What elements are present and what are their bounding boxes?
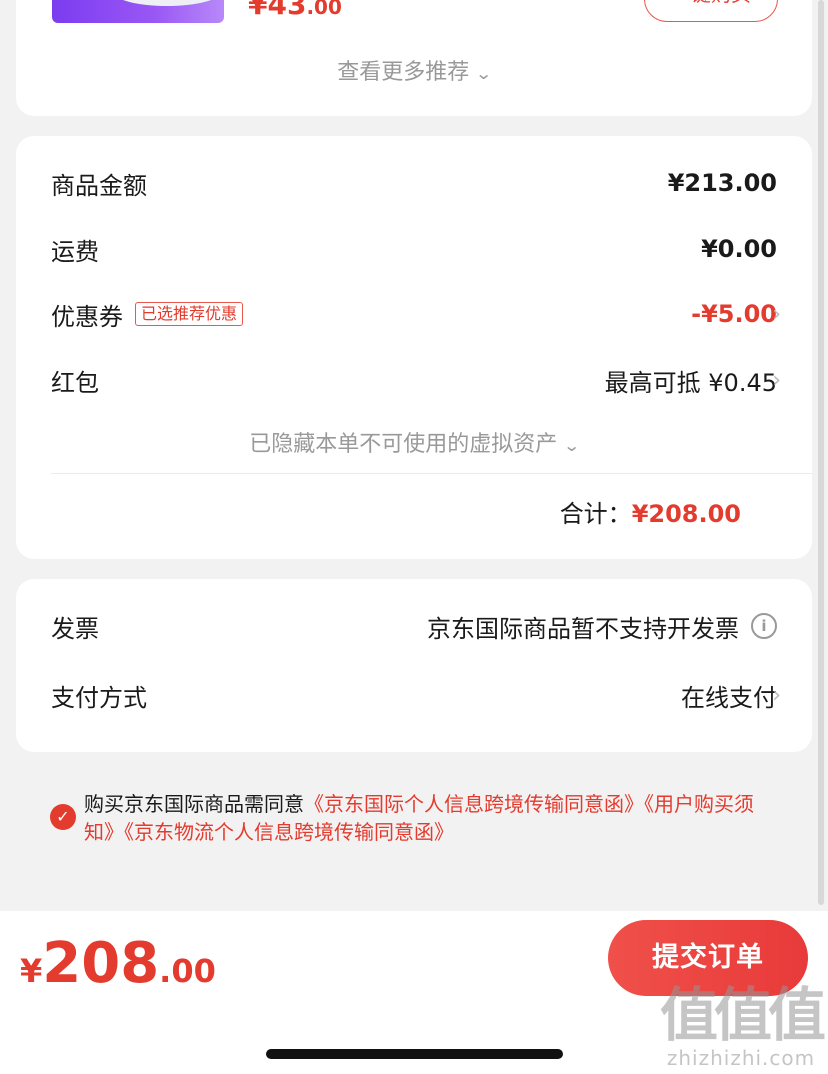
goods-amount-row: 商品金额 ¥213.00	[51, 163, 777, 203]
goods-amount-value: ¥213.00	[667, 169, 777, 197]
order-summary-card: 商品金额 ¥213.00 运费 ¥0.00 优惠券 已选推荐优惠 -¥5.00 …	[16, 136, 812, 559]
more-recommend-link[interactable]: 查看更多推荐 ⌄	[16, 54, 812, 86]
agreement-prefix: 购买京东国际商品需同意	[84, 792, 304, 816]
red-packet-label: 红包	[51, 368, 99, 397]
agreement: ✓ 购买京东国际商品需同意《京东国际个人信息跨境传输同意函》《用户购买须知》《京…	[50, 790, 780, 846]
payment-method-row[interactable]: 支付方式 在线支付 ›	[51, 675, 781, 715]
hidden-assets-toggle[interactable]: 已隐藏本单不可使用的虚拟资产 ⌄	[16, 426, 812, 458]
coupon-tag: 已选推荐优惠	[135, 302, 244, 326]
one-click-buy-button[interactable]: 一键购买	[644, 0, 778, 22]
checkout-price: ¥208.00	[20, 931, 216, 996]
watermark-url: zhizhizhi.com	[666, 1046, 816, 1070]
more-recommend-label: 查看更多推荐	[337, 60, 470, 85]
product-thumbnail[interactable]	[52, 0, 224, 23]
shipping-value: ¥0.00	[701, 235, 777, 263]
goods-amount-label: 商品金额	[51, 171, 147, 200]
chevron-down-icon: ⌄	[563, 436, 581, 455]
invoice-value-group: 京东国际商品暂不支持开发票 i	[427, 609, 777, 644]
red-packet-value: 最高可抵 ¥0.45	[604, 368, 777, 397]
checkout-price-int: 208	[42, 931, 160, 996]
total-label: 合计：	[559, 500, 632, 528]
invoice-row: 发票 京东国际商品暂不支持开发票 i	[51, 606, 777, 646]
invoice-payment-card: 发票 京东国际商品暂不支持开发票 i 支付方式 在线支付 ›	[16, 579, 812, 752]
coupon-row[interactable]: 优惠券 已选推荐优惠 -¥5.00 ›	[51, 294, 781, 334]
red-packet-row[interactable]: 红包 最高可抵 ¥0.45 ›	[51, 360, 781, 400]
watermark-logo: 值值值 zhizhizhi.com	[659, 981, 826, 1070]
chevron-right-icon: ›	[772, 301, 781, 327]
scrollbar[interactable]	[818, 0, 824, 905]
coupon-value: -¥5.00	[691, 300, 777, 328]
payment-method-value: 在线支付	[681, 683, 777, 712]
recommend-price: ¥43.00	[248, 0, 342, 21]
invoice-label: 发票	[51, 614, 99, 643]
info-icon[interactable]: i	[751, 613, 777, 639]
recommend-price-dec: .00	[306, 0, 342, 19]
agreement-link-cross-border[interactable]: 《京东国际个人信息跨境传输同意函》	[304, 792, 644, 816]
home-indicator[interactable]	[266, 1049, 563, 1059]
total-value: ¥208.00	[631, 500, 741, 528]
coupon-label: 优惠券	[51, 302, 123, 331]
agreement-text: 购买京东国际商品需同意《京东国际个人信息跨境传输同意函》《用户购买须知》《京东物…	[84, 790, 780, 846]
order-total: 合计：¥208.00	[560, 494, 741, 529]
home-indicator-area: 值值值 zhizhizhi.com	[0, 984, 828, 1074]
payment-method-label: 支付方式	[51, 683, 147, 712]
checkout-price-dec: .00	[159, 952, 216, 990]
coupon-label-group: 优惠券 已选推荐优惠	[51, 297, 244, 332]
hidden-assets-label: 已隐藏本单不可使用的虚拟资产	[249, 432, 558, 457]
recommend-card: ¥43.00 一键购买 查看更多推荐 ⌄	[16, 0, 812, 116]
currency-symbol: ¥	[20, 952, 43, 990]
divider	[51, 473, 812, 474]
chevron-down-icon: ⌄	[475, 64, 493, 83]
chevron-right-icon: ›	[772, 367, 781, 393]
checkmark-icon[interactable]: ✓	[50, 804, 76, 830]
shipping-row: 运费 ¥0.00	[51, 229, 777, 269]
invoice-value: 京东国际商品暂不支持开发票	[427, 614, 739, 643]
watermark-mark: 值值值	[659, 981, 826, 1049]
chevron-right-icon: ›	[772, 682, 781, 708]
agreement-link-logistics[interactable]: 《京东物流个人信息跨境传输同意函》	[124, 820, 454, 844]
shipping-label: 运费	[51, 237, 99, 266]
recommend-price-int: ¥43	[248, 0, 307, 21]
